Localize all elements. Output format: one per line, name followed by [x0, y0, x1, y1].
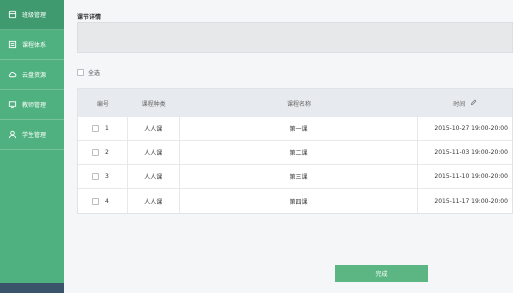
header-course-type: 课程种类	[141, 100, 166, 108]
cell-number: 3	[78, 165, 128, 188]
row-checkbox[interactable]	[92, 173, 99, 180]
cell-number: 2	[78, 141, 128, 164]
row-number: 1	[105, 125, 109, 132]
main-content: 课节详情 全选 编号 课程种类 课程名称 时间 1 人人课 第一课 2015-1…	[64, 0, 513, 293]
cell-number: 1	[78, 117, 128, 140]
row-number: 4	[105, 197, 109, 205]
cell-course-type: 人人课	[128, 141, 180, 164]
cell-course-name: 第一课	[180, 117, 419, 140]
header-time: 时间	[418, 89, 512, 117]
table-row[interactable]: 4 人人课 第四课 2015-11-17 19:00-20:00	[78, 189, 512, 213]
table-header: 编号 课程种类 课程名称 时间	[78, 89, 512, 117]
app-window: 班级管理 课程体系 云盘资源 教师管理 学生管理 课节详情 全选 编号 课程种类…	[0, 0, 513, 293]
cell-number: 4	[78, 189, 128, 213]
sidebar-item-student-management[interactable]: 学生管理	[0, 120, 64, 150]
row-checkbox[interactable]	[92, 149, 99, 156]
cell-time: 2015-11-03 19:00-20:00	[434, 149, 508, 156]
cell-course-name: 第四课	[180, 189, 419, 213]
cell-course-type: 人人课	[128, 189, 180, 213]
header-number: 编号	[96, 100, 109, 108]
lesson-table: 编号 课程种类 课程名称 时间 1 人人课 第一课 2015-10-27 19:…	[77, 88, 513, 214]
sidebar-item-class-management[interactable]: 班级管理	[0, 0, 64, 30]
sidebar-footer	[0, 283, 64, 293]
sidebar-item-course-system[interactable]: 课程体系	[0, 30, 64, 60]
row-checkbox[interactable]	[92, 125, 99, 132]
row-number: 3	[105, 173, 109, 180]
sidebar-item-label: 学生管理	[22, 132, 47, 139]
pencil-icon[interactable]	[470, 99, 477, 108]
table-row[interactable]: 3 人人课 第三课 2015-11-10 19:00-20:00	[78, 165, 512, 189]
header-time-label: 时间	[453, 100, 466, 108]
cell-time: 2015-11-10 19:00-20:00	[434, 173, 508, 180]
user-icon	[8, 130, 17, 139]
select-all[interactable]: 全选	[77, 68, 100, 77]
finish-button[interactable]: 完成	[335, 265, 428, 282]
cell-course-name: 第三课	[180, 165, 419, 188]
cell-course-type: 人人课	[128, 165, 180, 188]
lesson-detail-box	[77, 22, 513, 53]
book-icon	[8, 40, 17, 49]
header-course-name: 课程名称	[286, 100, 311, 108]
row-number: 2	[105, 149, 109, 156]
sidebar-item-cloud-resources[interactable]: 云盘资源	[0, 60, 64, 90]
row-checkbox[interactable]	[92, 197, 99, 205]
sidebar-item-label: 云盘资源	[22, 72, 47, 79]
sidebar-item-teacher-management[interactable]: 教师管理	[0, 90, 64, 120]
cell-course-type: 人人课	[128, 117, 180, 140]
cell-time: 2015-10-27 19:00-20:00	[434, 125, 508, 132]
home-icon	[8, 10, 17, 19]
cell-time: 2015-11-17 19:00-20:00	[434, 197, 508, 205]
sidebar-item-label: 教师管理	[22, 102, 47, 109]
sidebar-item-label: 班级管理	[22, 12, 47, 19]
cell-course-name: 第二课	[180, 141, 419, 164]
section-title: 课节详情	[77, 14, 102, 21]
monitor-icon	[8, 100, 17, 109]
table-row[interactable]: 1 人人课 第一课 2015-10-27 19:00-20:00	[78, 117, 512, 141]
sidebar: 班级管理 课程体系 云盘资源 教师管理 学生管理	[0, 0, 64, 293]
sidebar-item-label: 课程体系	[22, 42, 47, 49]
select-all-checkbox[interactable]	[77, 69, 84, 76]
select-all-label: 全选	[88, 70, 101, 77]
table-row[interactable]: 2 人人课 第二课 2015-11-03 19:00-20:00	[78, 141, 512, 165]
cloud-icon	[8, 70, 17, 79]
